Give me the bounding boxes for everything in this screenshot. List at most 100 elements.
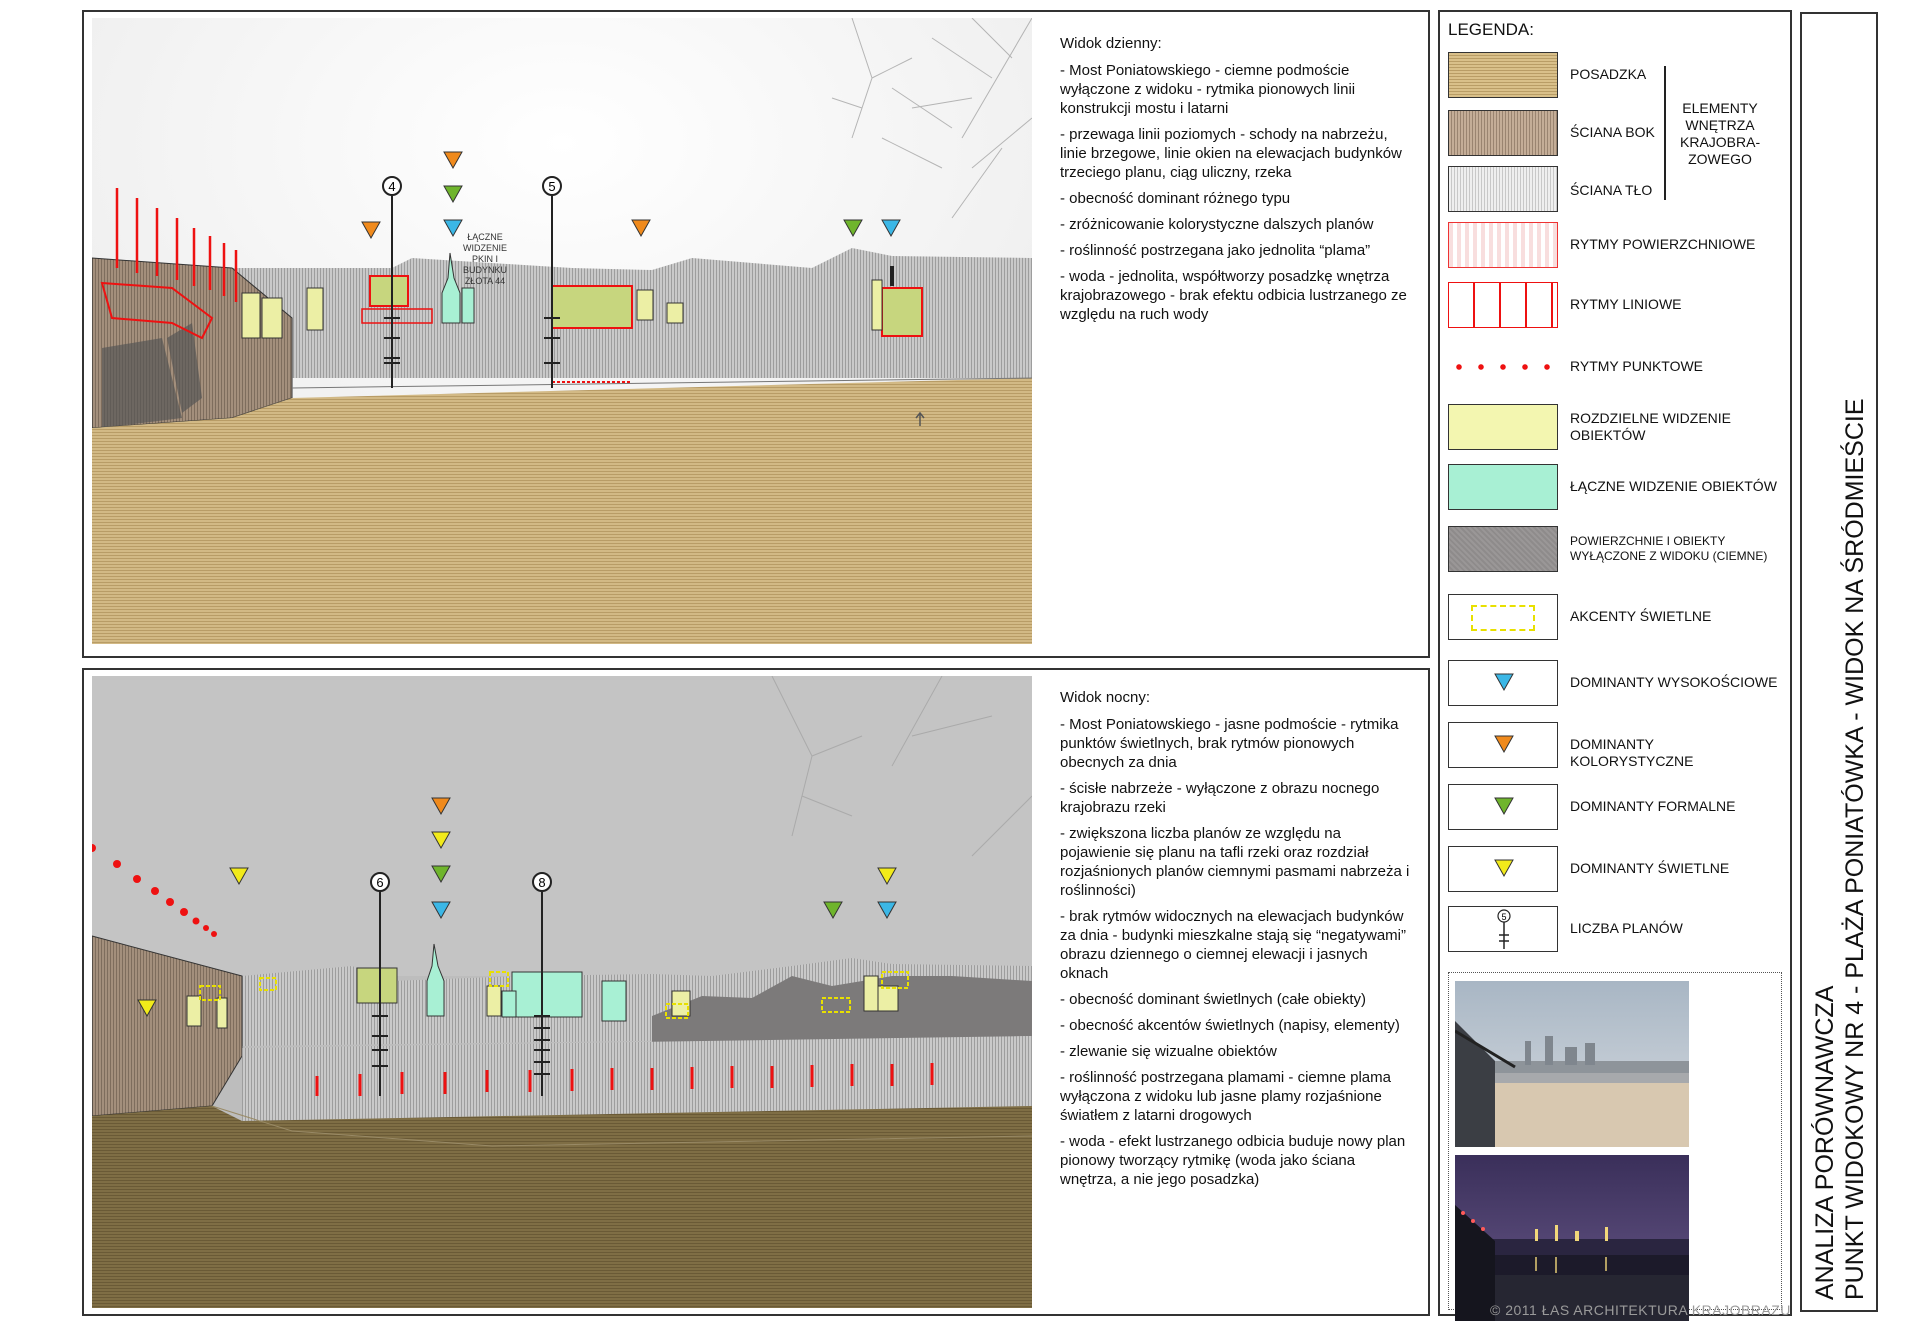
light-dominants-swatch — [1448, 846, 1558, 892]
legend-item-joint-view: ŁĄCZNE WIDZENIE OBIEKTÓW — [1448, 464, 1778, 514]
legend-item-light-accents: AKCENTY ŚWIETLNE — [1448, 594, 1778, 644]
legend-label: DOMINANTY FORMALNE — [1570, 798, 1736, 814]
side-wall-swatch — [1448, 110, 1558, 156]
group-label-line: KRAJOBRA- — [1680, 134, 1761, 150]
legend-item-line-rhythm: RYTMY LINIOWE — [1448, 282, 1778, 332]
plan-marker-6-label: 6 — [376, 875, 383, 890]
night-title: Widok nocny: — [1060, 689, 1151, 706]
legend-item-plan-count: 5 LICZBA PLANÓW — [1448, 906, 1778, 956]
legend-label: DOMINANTY WYSOKOŚCIOWE — [1570, 674, 1778, 690]
plan-marker-4-label: 4 — [388, 179, 395, 194]
back-wall-swatch — [1448, 166, 1558, 212]
legend-label: POSADZKA — [1570, 66, 1647, 82]
separate-view-swatch — [1448, 404, 1558, 450]
day-point: - obecność dominant różnego typu — [1060, 190, 1291, 207]
legend-item-point-rhythm: RYTMY PUNKTOWE — [1448, 344, 1778, 394]
line-rhythm-swatch — [1448, 282, 1558, 328]
joint-view-swatch — [1448, 464, 1558, 510]
legend-item-excluded: POWIERZCHNIE I OBIEKTY WYŁĄCZONE Z WIDOK… — [1448, 526, 1778, 576]
legend-label: RYTMY LINIOWE — [1570, 296, 1682, 312]
day-point: - zróżnicowanie kolorystyczne dalszych p… — [1060, 216, 1374, 233]
night-point: - woda - efekt lustrzanego odbicia buduj… — [1060, 1133, 1406, 1188]
day-point: - przewaga linii poziomych - schody na n… — [1060, 126, 1402, 181]
legend-item-formal-dominants: DOMINANTY FORMALNE — [1448, 784, 1778, 834]
height-dominant-icon — [1494, 673, 1514, 692]
night-description: Widok nocny: - Most Poniatowskiego - jas… — [1060, 688, 1410, 1196]
legend-item-light-dominants: DOMINANTY ŚWIETLNE — [1448, 846, 1778, 896]
plan-marker-8-label: 8 — [538, 875, 545, 890]
copyright-watermark: © 2011 ŁAS ARCHITEKTURA KRAJOBRAZU — [1490, 1302, 1791, 1318]
day-view-image: 4 5 ŁĄCZNE WIDZENIE PKIN I BUDYNKU ZŁOTA… — [92, 18, 1032, 644]
night-point: - obecność akcentów świetlnych (napisy, … — [1060, 1017, 1400, 1034]
legend-item-colour-dominants: DOMINANTY KOLORYSTYCZNE — [1448, 722, 1778, 772]
building-block — [551, 285, 633, 329]
legend-item-height-dominants: DOMINANTY WYSOKOŚCIOWE — [1448, 660, 1778, 710]
legend-item-floor: POSADZKA — [1448, 52, 1778, 102]
group-label-line: ZOWEGO — [1688, 151, 1752, 167]
night-point: - zwiększona liczba planów ze względu na… — [1060, 825, 1410, 899]
legend-label: ŚCIANA BOK — [1570, 124, 1655, 140]
formal-dominant-icon — [1494, 797, 1514, 816]
night-photo — [1455, 1155, 1689, 1321]
legend-item-separate-view: ROZDZIELNE WIDZENIE OBIEKTÓW — [1448, 404, 1778, 454]
legend-label: DOMINANTY KOLORYSTYCZNE — [1570, 736, 1694, 769]
legend-label: DOMINANTY ŚWIETLNE — [1570, 860, 1730, 876]
legend-item-back-wall: ŚCIANA TŁO — [1448, 166, 1778, 216]
height-dominants-swatch — [1448, 660, 1558, 706]
day-point: - Most Poniatowskiego - ciemne podmoście… — [1060, 62, 1356, 117]
floor-surface-night — [92, 1106, 1032, 1308]
surface-rhythm-swatch — [1448, 222, 1558, 268]
legend-label: RYTMY PUNKTOWE — [1570, 358, 1704, 374]
annotation-line: ZŁOTA 44 — [465, 276, 505, 286]
building-colour-dominant — [369, 275, 409, 307]
plan-count-example-label: 5 — [1501, 912, 1506, 922]
legend-label: RYTMY POWIERZCHNIOWE — [1570, 236, 1756, 252]
day-photo — [1455, 981, 1689, 1147]
point-rhythm-swatch — [1448, 358, 1558, 376]
interior-elements-group-label: ELEMENTY WNĘTRZA KRAJOBRA- ZOWEGO — [1680, 100, 1760, 168]
night-view-image: 6 8 — [92, 676, 1032, 1308]
legend-item-surface-rhythm: RYTMY POWIERZCHNIOWE — [1448, 222, 1778, 272]
excluded-swatch — [1448, 526, 1558, 572]
night-point: - brak rytmów widocznych na elewacjach b… — [1060, 908, 1406, 982]
reference-photos — [1448, 972, 1782, 1321]
annotation-line: BUDYNKU — [463, 265, 507, 275]
group-label-line: ELEMENTY — [1682, 100, 1758, 116]
building-yellow — [241, 292, 261, 339]
vertical-title-frame: ANALIZA PORÓWNAWCZA PUNKT WIDOKOWY NR 4 … — [1800, 12, 1878, 1312]
legend-label: AKCENTY ŚWIETLNE — [1570, 608, 1712, 624]
day-point: - roślinność postrzegana jako jednolita … — [1060, 242, 1371, 259]
light-dominant-icon — [1494, 859, 1514, 878]
legend-label: ŚCIANA TŁO — [1570, 182, 1653, 198]
night-point: - Most Poniatowskiego - jasne podmoście … — [1060, 716, 1399, 771]
legend-label: LICZBA PLANÓW — [1570, 920, 1683, 936]
glass-building — [511, 971, 583, 1018]
vertical-title-line-1: ANALIZA PORÓWNAWCZA — [1811, 985, 1839, 1300]
night-point: - ścisłe nabrzeże - wyłączone z obrazu n… — [1060, 780, 1380, 816]
floor-swatch — [1448, 52, 1558, 98]
night-point: - roślinność postrzegana plamami - ciemn… — [1060, 1069, 1391, 1124]
formal-dominants-swatch — [1448, 784, 1558, 830]
legend-title: LEGENDA: — [1448, 20, 1534, 39]
annotation-line: ŁĄCZNE — [467, 232, 503, 242]
annotation-line: WIDZENIE — [463, 243, 507, 253]
vertical-title-line-2: PUNKT WIDOKOWY NR 4 - PLAŻA PONIATÓWKA -… — [1841, 398, 1869, 1300]
day-description: Widok dzienny: - Most Poniatowskiego - c… — [1060, 34, 1410, 331]
vertical-title: ANALIZA PORÓWNAWCZA PUNKT WIDOKOWY NR 4 … — [1810, 20, 1870, 1300]
annotation-line: PKIN I — [472, 254, 498, 264]
colour-dominants-swatch — [1448, 722, 1558, 768]
legend-label: POWIERZCHNIE I OBIEKTY WYŁĄCZONE Z WIDOK… — [1570, 534, 1768, 563]
day-title: Widok dzienny: — [1060, 35, 1162, 52]
colour-dominant-icon — [1494, 735, 1514, 754]
legend-label: ROZDZIELNE WIDZENIE OBIEKTÓW — [1570, 410, 1732, 443]
night-point: - obecność dominant świetlnych (całe obi… — [1060, 991, 1366, 1008]
plan-count-swatch: 5 — [1448, 906, 1558, 952]
light-accents-swatch — [1448, 594, 1558, 640]
plan-marker-5-label: 5 — [548, 179, 555, 194]
day-point: - woda - jednolita, współtworzy posadzkę… — [1060, 268, 1407, 323]
floor-surface — [92, 378, 1032, 644]
group-label-line: WNĘTRZA — [1685, 117, 1755, 133]
group-bracket — [1664, 66, 1666, 200]
night-point: - zlewanie się wizualne obiektów — [1060, 1043, 1277, 1060]
legend-label: ŁĄCZNE WIDZENIE OBIEKTÓW — [1570, 478, 1777, 494]
